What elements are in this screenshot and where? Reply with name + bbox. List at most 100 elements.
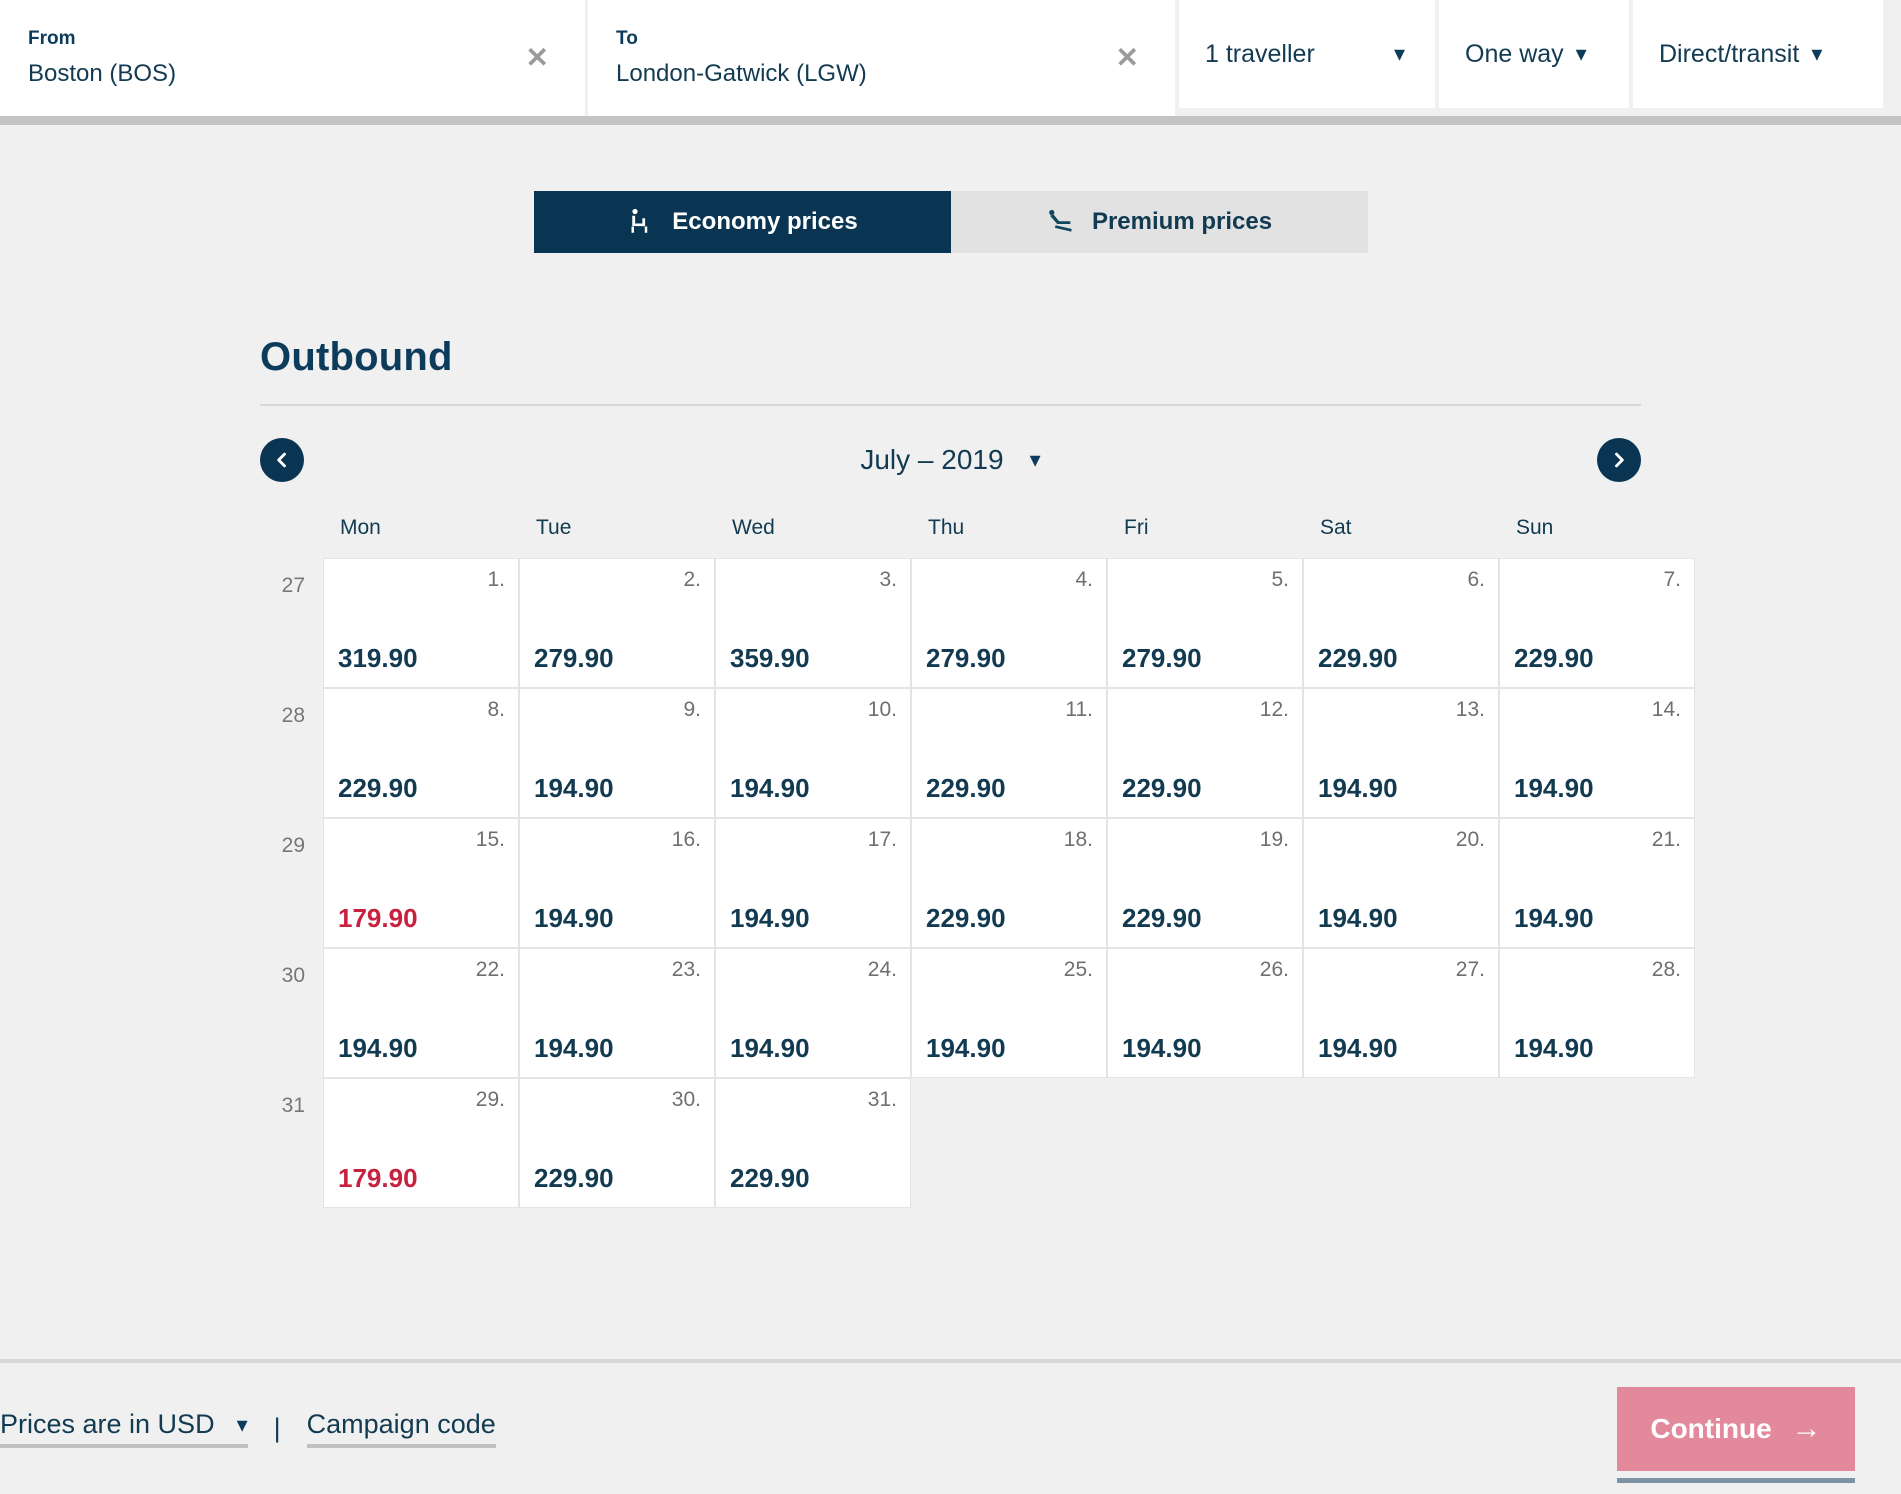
day-number: 18. [1063, 828, 1093, 851]
day-number: 15. [475, 828, 505, 851]
day-number: 11. [1065, 698, 1093, 721]
destination-field[interactable]: To London-Gatwick (LGW) ✕ [588, 0, 1175, 116]
clear-destination-icon[interactable]: ✕ [1116, 44, 1139, 72]
footer-bar: Prices are in USD ▾ | Campaign code Cont… [0, 1363, 1901, 1494]
calendar-day-cell[interactable]: 30. 229.90 [519, 1078, 715, 1208]
weekday-tue: Tue [536, 516, 572, 539]
calendar-day-cell[interactable]: 12. 229.90 [1107, 688, 1303, 818]
week-number: 27 [281, 574, 305, 597]
day-price: 229.90 [1122, 773, 1202, 803]
calendar-day-cell[interactable]: 22. 194.90 [323, 948, 519, 1078]
calendar-week-row: 29 15. 179.90 16. 194.90 17. 194.90 18. 229.90 19… [260, 818, 1695, 948]
calendar-day-cell[interactable]: 6. 229.90 [1303, 558, 1499, 688]
economy-seat-icon [626, 207, 656, 237]
routing-value: Direct/transit [1659, 39, 1800, 68]
calendar-day-cell[interactable]: 13. 194.90 [1303, 688, 1499, 818]
day-number: 27. [1455, 958, 1485, 981]
day-price: 194.90 [534, 903, 614, 933]
calendar-week-row: 27 1. 319.90 2. 279.90 3. 359.90 4. 279.90 5. 279.… [260, 558, 1695, 688]
calendar-day-cell[interactable]: 20. 194.90 [1303, 818, 1499, 948]
calendar-day-cell[interactable]: 19. 229.90 [1107, 818, 1303, 948]
previous-month-button[interactable] [260, 438, 304, 482]
day-price: 194.90 [1318, 903, 1398, 933]
weekday-sat: Sat [1320, 516, 1352, 539]
month-selector[interactable]: July – 2019 ▾ [860, 444, 1040, 476]
origin-label: From [28, 28, 76, 50]
day-number: 30. [671, 1088, 701, 1111]
calendar-day-cell[interactable]: 9. 194.90 [519, 688, 715, 818]
week-number: 30 [281, 964, 305, 987]
weekday-thu: Thu [928, 516, 965, 539]
routing-selector[interactable]: Direct/transit ▾ [1633, 0, 1883, 108]
calendar-day-cell[interactable]: 7. 229.90 [1499, 558, 1695, 688]
day-number: 5. [1271, 568, 1289, 591]
destination-label: To [616, 28, 638, 50]
origin-field[interactable]: From Boston (BOS) ✕ [0, 0, 585, 116]
week-number-spacer [280, 516, 323, 558]
calendar-day-cell[interactable]: 27. 194.90 [1303, 948, 1499, 1078]
calendar-day-cell[interactable]: 11. 229.90 [911, 688, 1107, 818]
currency-selector[interactable]: Prices are in USD ▾ [0, 1409, 248, 1448]
tab-economy-prices[interactable]: Economy prices [533, 191, 951, 253]
calendar-day-cell[interactable]: 1. 319.90 [323, 558, 519, 688]
day-number: 23. [671, 958, 701, 981]
origin-value: Boston (BOS) [28, 59, 177, 87]
calendar-day-cell[interactable]: 3. 359.90 [715, 558, 911, 688]
calendar-day-cell[interactable]: 26. 194.90 [1107, 948, 1303, 1078]
day-number: 25. [1063, 958, 1093, 981]
day-number: 24. [867, 958, 897, 981]
campaign-code-link[interactable]: Campaign code [306, 1409, 496, 1448]
calendar-day-cell[interactable]: 31. 229.90 [715, 1078, 911, 1208]
currency-label: Prices are in USD [0, 1409, 215, 1439]
day-price: 194.90 [534, 1033, 614, 1063]
calendar-day-cell[interactable]: 25. 194.90 [911, 948, 1107, 1078]
premium-seat-icon [1046, 207, 1076, 237]
continue-button[interactable]: Continue → [1617, 1386, 1855, 1471]
day-price: 229.90 [730, 1163, 810, 1193]
day-price: 194.90 [926, 1033, 1006, 1063]
calendar-day-cell[interactable]: 2. 279.90 [519, 558, 715, 688]
calendar-day-cell[interactable]: 29. 179.90 [323, 1078, 519, 1208]
calendar-day-cell[interactable]: 5. 279.90 [1107, 558, 1303, 688]
calendar-day-cell[interactable]: 17. 194.90 [715, 818, 911, 948]
calendar-day-cell[interactable]: 21. 194.90 [1499, 818, 1695, 948]
continue-underline [1617, 1477, 1855, 1483]
day-price: 194.90 [730, 773, 810, 803]
day-number: 16. [671, 828, 701, 851]
calendar-day-cell[interactable]: 28. 194.90 [1499, 948, 1695, 1078]
trip-type-selector[interactable]: One way ▾ [1439, 0, 1629, 108]
day-number: 8. [487, 698, 505, 721]
month-label-text: July – 2019 [860, 444, 1004, 475]
day-price: 194.90 [338, 1033, 418, 1063]
calendar-day-cell[interactable]: 10. 194.90 [715, 688, 911, 818]
chevron-down-icon: ▾ [1393, 41, 1405, 66]
next-month-button[interactable] [1596, 438, 1641, 482]
day-number: 31. [867, 1088, 897, 1111]
calendar-day-cell[interactable]: 23. 194.90 [519, 948, 715, 1078]
day-price: 194.90 [1318, 1033, 1398, 1063]
traveller-selector[interactable]: 1 traveller ▾ [1179, 0, 1435, 108]
calendar-day-cell[interactable]: 14. 194.90 [1499, 688, 1695, 818]
day-number: 12. [1259, 698, 1289, 721]
page-title: Outbound [260, 335, 453, 379]
calendar-day-cell[interactable]: 24. 194.90 [715, 948, 911, 1078]
day-price: 194.90 [1514, 1033, 1594, 1063]
trip-type-value: One way [1465, 39, 1564, 68]
clear-origin-icon[interactable]: ✕ [526, 44, 549, 72]
day-price: 279.90 [926, 643, 1006, 673]
day-number: 10. [867, 698, 897, 721]
arrow-right-icon: → [1791, 1411, 1822, 1445]
calendar-day-cell[interactable]: 16. 194.90 [519, 818, 715, 948]
calendar-cell-empty [1107, 1078, 1303, 1208]
tab-premium-label: Premium prices [1091, 208, 1273, 235]
calendar-day-cell[interactable]: 4. 279.90 [911, 558, 1107, 688]
calendar-day-cell[interactable]: 8. 229.90 [323, 688, 519, 818]
footer-left-group: Prices are in USD ▾ | Campaign code [0, 1409, 496, 1448]
searchbar-divider [0, 116, 1901, 125]
footer-separator: | [273, 1413, 281, 1443]
day-number: 22. [475, 958, 505, 981]
destination-value: London-Gatwick (LGW) [616, 59, 867, 87]
calendar-day-cell[interactable]: 15. 179.90 [323, 818, 519, 948]
tab-premium-prices[interactable]: Premium prices [950, 191, 1368, 253]
calendar-day-cell[interactable]: 18. 229.90 [911, 818, 1107, 948]
